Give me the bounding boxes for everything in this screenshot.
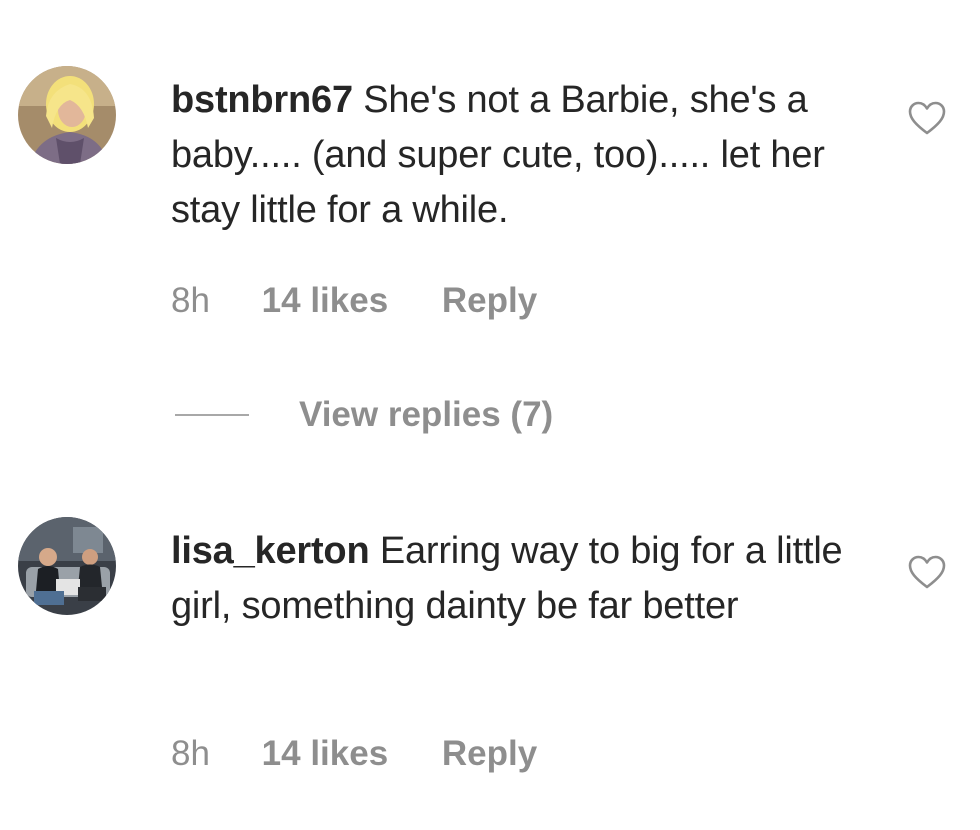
reply-button[interactable]: Reply xyxy=(442,734,537,774)
comment-meta: 8h 14 likes Reply xyxy=(171,281,537,321)
view-replies-label[interactable]: View replies (7) xyxy=(299,393,553,437)
heart-outline-icon[interactable] xyxy=(907,554,947,590)
avatar[interactable] xyxy=(18,517,116,615)
comment-time[interactable]: 8h xyxy=(171,281,210,321)
divider-line xyxy=(175,414,249,416)
comment-likes[interactable]: 14 likes xyxy=(262,734,389,774)
comment-time[interactable]: 8h xyxy=(171,734,210,774)
avatar[interactable] xyxy=(18,66,116,164)
heart-outline-icon[interactable] xyxy=(907,100,947,136)
comment-body: lisa_kerton Earring way to big for a lit… xyxy=(171,524,881,634)
avatar-image xyxy=(18,517,116,615)
reply-button[interactable]: Reply xyxy=(442,281,537,321)
comment-likes[interactable]: 14 likes xyxy=(262,281,389,321)
comment-username[interactable]: lisa_kerton xyxy=(171,530,370,572)
view-replies-button[interactable]: View replies (7) xyxy=(175,393,553,437)
avatar-image xyxy=(18,66,116,164)
comment-body: bstnbrn67 She's not a Barbie, she's a ba… xyxy=(171,73,881,238)
comment-username[interactable]: bstnbrn67 xyxy=(171,79,353,121)
comments-panel: bstnbrn67 She's not a Barbie, she's a ba… xyxy=(0,0,980,830)
comment-meta: 8h 14 likes Reply xyxy=(171,734,537,774)
